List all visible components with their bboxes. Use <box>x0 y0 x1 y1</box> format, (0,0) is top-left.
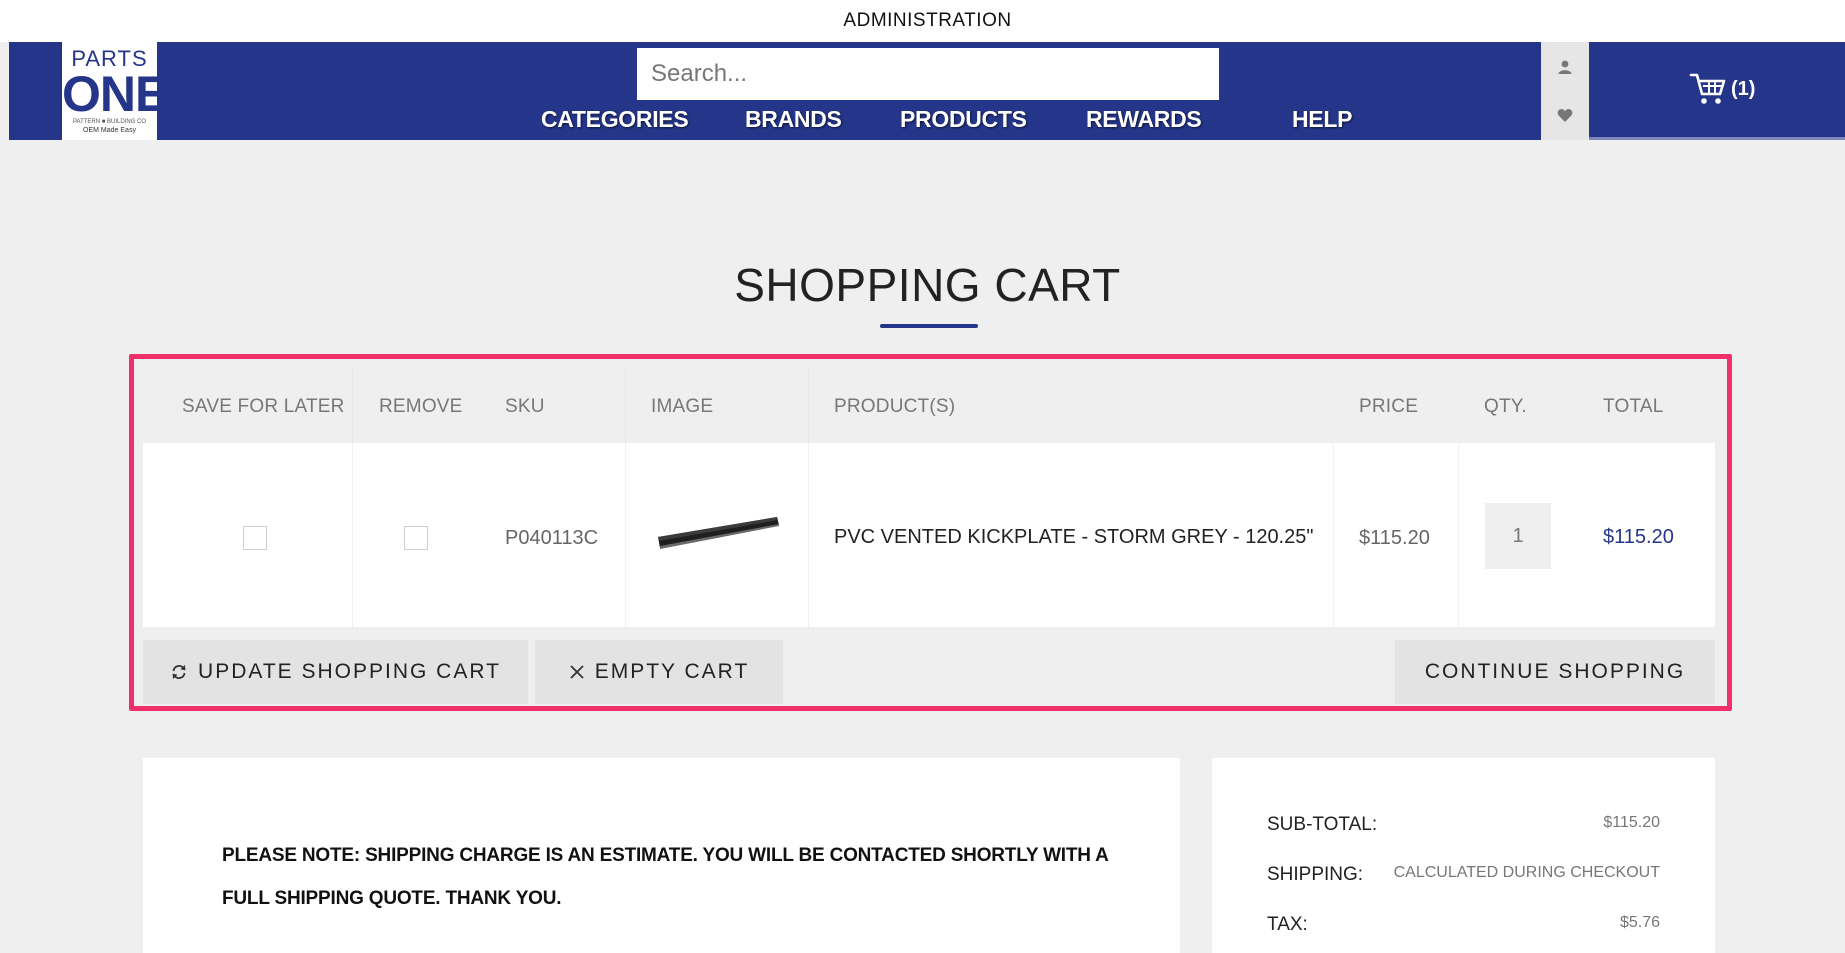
admin-bar: ADMINISTRATION <box>0 0 1845 42</box>
account-buttons <box>1541 42 1589 140</box>
close-icon <box>570 665 584 679</box>
empty-cart-label: EMPTY CART <box>594 660 750 683</box>
nav-brands[interactable]: BRANDS <box>745 106 842 133</box>
header-qty: QTY. <box>1484 396 1527 417</box>
empty-cart-button[interactable]: EMPTY CART <box>535 640 783 704</box>
administration-link[interactable]: ADMINISTRATION <box>0 10 1845 32</box>
header-price: PRICE <box>1359 396 1419 417</box>
header-remove: REMOVE <box>379 396 463 417</box>
column-divider <box>352 443 353 627</box>
header-image: IMAGE <box>651 396 714 417</box>
cart-button[interactable]: (1) <box>1589 42 1845 140</box>
site-header: PARTS ONE PATTERN ■ BUILDING CO OEM Made… <box>9 42 1845 140</box>
tax-label: TAX: <box>1267 914 1308 935</box>
row-product-name[interactable]: PVC VENTED KICKPLATE - STORM GREY - 120.… <box>834 526 1313 549</box>
cart-table-header: SAVE FOR LATER REMOVE SKU IMAGE PRODUCT(… <box>143 368 1715 443</box>
header-total: TOTAL <box>1603 396 1664 417</box>
order-summary: SUB-TOTAL: $115.20 SHIPPING: CALCULATED … <box>1212 758 1715 953</box>
logo-line-2: ONE <box>62 66 168 122</box>
update-cart-label: UPDATE SHOPPING CART <box>198 660 501 683</box>
quantity-input[interactable] <box>1485 503 1551 569</box>
tax-value: $5.76 <box>1619 914 1660 931</box>
heart-icon <box>1557 109 1573 122</box>
user-icon <box>1558 60 1572 74</box>
nav-products[interactable]: PRODUCTS <box>900 106 1027 133</box>
subtotal-label: SUB-TOTAL: <box>1267 814 1378 835</box>
cart-count: (1) <box>1731 77 1756 100</box>
shipping-note: PLEASE NOTE: SHIPPING CHARGE IS AN ESTIM… <box>222 845 1109 909</box>
subtotal-value: $115.20 <box>1603 814 1660 831</box>
shipping-note-panel: PLEASE NOTE: SHIPPING CHARGE IS AN ESTIM… <box>143 758 1180 953</box>
cart-icon <box>1689 73 1726 104</box>
wishlist-button[interactable] <box>1541 91 1589 140</box>
product-image[interactable] <box>654 513 784 559</box>
page-title: SHOPPING CART <box>734 259 1121 311</box>
header-products: PRODUCT(S) <box>834 396 956 417</box>
row-sku: P040113C <box>505 527 599 549</box>
title-underline <box>880 324 978 328</box>
header-sku: SKU <box>505 396 545 417</box>
header-divider <box>625 368 626 443</box>
header-save-for-later: SAVE FOR LATER <box>182 396 345 417</box>
shipping-value: CALCULATED DURING CHECKOUT <box>1393 864 1660 881</box>
logo-tagline: OEM Made Easy <box>83 127 136 134</box>
nav-help[interactable]: HELP <box>1292 106 1352 133</box>
nav-categories[interactable]: CATEGORIES <box>541 106 689 133</box>
remove-checkbox[interactable] <box>404 526 428 550</box>
account-button[interactable] <box>1541 42 1589 91</box>
search-input[interactable] <box>637 48 1219 100</box>
column-divider <box>808 443 809 627</box>
header-divider <box>352 368 353 443</box>
update-cart-button[interactable]: UPDATE SHOPPING CART <box>143 640 528 704</box>
table-row: P040113C PVC VENTED KICKPLATE - STORM GR… <box>143 443 1715 627</box>
save-for-later-checkbox[interactable] <box>243 526 267 550</box>
site-logo[interactable]: PARTS ONE PATTERN ■ BUILDING CO OEM Made… <box>62 42 168 140</box>
continue-shopping-label: CONTINUE SHOPPING <box>1424 660 1686 683</box>
shipping-label: SHIPPING: <box>1267 864 1364 885</box>
row-total: $115.20 <box>1603 526 1674 548</box>
row-price: $115.20 <box>1359 527 1430 549</box>
column-divider <box>1458 443 1459 627</box>
column-divider <box>625 443 626 627</box>
header-divider <box>808 368 809 443</box>
logo-line-3: PATTERN ■ BUILDING CO <box>72 119 147 125</box>
continue-shopping-button[interactable]: CONTINUE SHOPPING <box>1395 640 1715 704</box>
nav-rewards[interactable]: REWARDS <box>1086 106 1202 133</box>
column-divider <box>1333 443 1334 627</box>
refresh-icon <box>172 665 186 679</box>
